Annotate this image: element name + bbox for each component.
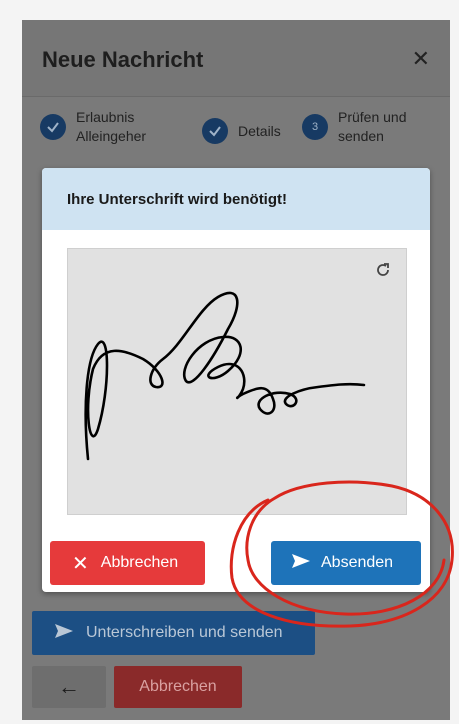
step-number: 3 — [302, 114, 328, 140]
cancel-label: Abbrechen — [139, 678, 217, 695]
check-icon — [40, 114, 66, 140]
signature-modal: Ihre Unterschrift wird benötigt! ✕ Abbre… — [42, 168, 430, 592]
send-icon — [54, 623, 74, 644]
step-review-send[interactable]: 3 Prüfen und senden — [302, 108, 407, 146]
step-label: Erlaubnis — [76, 109, 135, 125]
signature-pad[interactable] — [67, 248, 407, 515]
sign-and-send-button[interactable]: Unterschreiben und senden — [32, 611, 315, 655]
stepper: Erlaubnis Alleingeher Details 3 Prüfen u… — [38, 108, 438, 168]
dialog-title: Neue Nachricht — [42, 47, 204, 72]
dialog-header: Neue Nachricht ✕ — [22, 20, 450, 97]
sign-and-send-label: Unterschreiben und senden — [86, 624, 283, 641]
step-label: Prüfen und — [338, 109, 407, 125]
back-button[interactable]: ← — [32, 666, 106, 708]
cancel-button[interactable]: Abbrechen — [114, 666, 242, 708]
step-label: senden — [338, 128, 384, 144]
step-label: Alleingeher — [76, 128, 147, 144]
submit-label: Absenden — [321, 554, 394, 571]
submit-button[interactable]: Absenden — [271, 541, 421, 585]
step-permission[interactable]: Erlaubnis Alleingeher — [40, 108, 146, 146]
close-icon: ✕ — [72, 552, 89, 575]
step-details[interactable]: Details — [202, 118, 281, 144]
send-icon — [291, 553, 311, 574]
modal-title: Ihre Unterschrift wird benötigt! — [42, 168, 430, 230]
step-label: Details — [238, 122, 281, 139]
check-icon — [202, 118, 228, 144]
arrow-left-icon: ← — [58, 674, 80, 699]
close-icon[interactable]: ✕ — [412, 46, 430, 72]
signature-stroke — [84, 291, 366, 461]
abort-label: Abbrechen — [100, 554, 179, 571]
abort-button[interactable]: ✕ Abbrechen — [50, 541, 205, 585]
